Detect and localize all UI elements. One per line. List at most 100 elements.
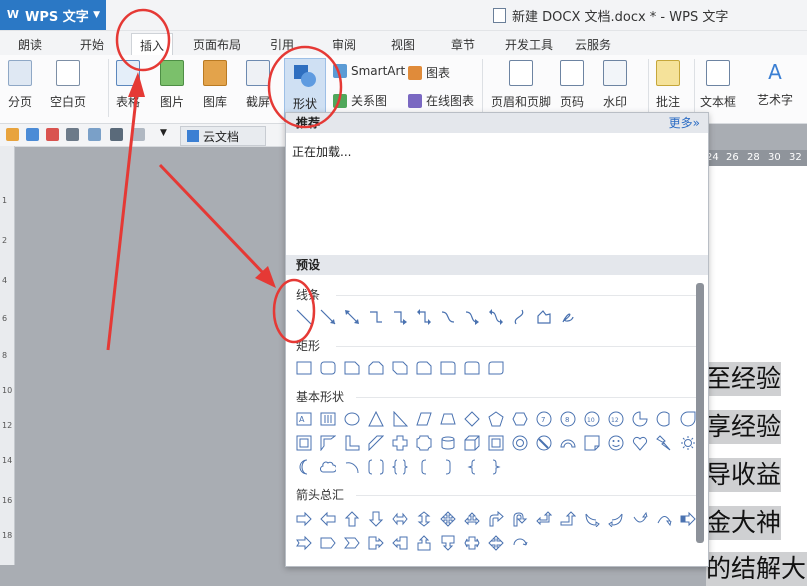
- chevron-down-icon[interactable]: ▼: [160, 128, 173, 141]
- open-icon[interactable]: [6, 128, 19, 141]
- cross-shape[interactable]: [390, 433, 410, 453]
- right-arrow-callout-shape[interactable]: [366, 533, 386, 553]
- left-arrow-shape[interactable]: [318, 509, 338, 529]
- quad-arrow-shape[interactable]: [438, 509, 458, 529]
- decagon-shape[interactable]: 10: [582, 409, 602, 429]
- frame-shape[interactable]: [294, 433, 314, 453]
- elbow-double-arrow-connector-shape[interactable]: [414, 307, 434, 327]
- moon-shape[interactable]: [294, 457, 314, 477]
- panel-scrollbar[interactable]: [696, 283, 704, 543]
- document-text-line[interactable]: 金大神: [706, 506, 782, 540]
- sun-shape[interactable]: [678, 433, 698, 453]
- tab-read[interactable]: 朗读: [18, 36, 42, 53]
- no-symbol-shape[interactable]: [534, 433, 554, 453]
- diagonal-stripe-shape[interactable]: [366, 433, 386, 453]
- round-corner-rectangle-shape[interactable]: [438, 358, 458, 378]
- plaque-shape[interactable]: [414, 433, 434, 453]
- tab-cloud-service[interactable]: 云服务: [575, 36, 611, 53]
- left-brace-shape[interactable]: [462, 457, 482, 477]
- pentagon-arrow-shape[interactable]: [318, 533, 338, 553]
- left-arrow-callout-shape[interactable]: [390, 533, 410, 553]
- text-box-shape[interactable]: A: [294, 409, 314, 429]
- down-arrow-callout-shape[interactable]: [438, 533, 458, 553]
- double-brace-shape[interactable]: [390, 457, 410, 477]
- diamond-shape[interactable]: [462, 409, 482, 429]
- up-down-arrow-shape[interactable]: [414, 509, 434, 529]
- left-right-up-arrow-shape[interactable]: [462, 509, 482, 529]
- pie-shape[interactable]: [630, 409, 650, 429]
- tab-section[interactable]: 章节: [451, 36, 475, 53]
- cloud-shape[interactable]: [318, 457, 338, 477]
- curved-connector-shape[interactable]: [438, 307, 458, 327]
- round-diagonal-rectangle-shape[interactable]: [486, 358, 506, 378]
- picture-button[interactable]: 图片: [160, 60, 184, 110]
- round-same-side-rectangle-shape[interactable]: [462, 358, 482, 378]
- left-right-arrow-shape[interactable]: [390, 509, 410, 529]
- bent-up-arrow-shape[interactable]: [558, 509, 578, 529]
- cube-shape[interactable]: [462, 433, 482, 453]
- print-icon[interactable]: [66, 128, 79, 141]
- more-link[interactable]: 更多»: [669, 113, 700, 133]
- page-number-button[interactable]: 页码: [560, 60, 584, 110]
- arrow-line-shape[interactable]: [318, 307, 338, 327]
- undo-icon[interactable]: [110, 128, 123, 141]
- gallery-button[interactable]: 图库: [203, 60, 227, 110]
- quad-arrow-callout-shape[interactable]: [486, 533, 506, 553]
- block-arc-shape[interactable]: [558, 433, 578, 453]
- teardrop-shape[interactable]: [678, 409, 698, 429]
- hexagon-shape[interactable]: [510, 409, 530, 429]
- down-arrow-shape[interactable]: [366, 509, 386, 529]
- blank-page-button[interactable]: 空白页: [50, 60, 86, 110]
- left-bracket-shape[interactable]: [414, 457, 434, 477]
- parallelogram-shape[interactable]: [414, 409, 434, 429]
- left-right-arrow-callout-shape[interactable]: [462, 533, 482, 553]
- dodecagon-shape[interactable]: 12: [606, 409, 626, 429]
- curve-shape[interactable]: [510, 307, 530, 327]
- circular-arrow-shape[interactable]: [510, 533, 530, 553]
- snip-round-rectangle-shape[interactable]: [414, 358, 434, 378]
- online-chart-button[interactable]: 在线图表: [408, 92, 474, 109]
- curved-double-arrow-connector-shape[interactable]: [486, 307, 506, 327]
- redo-icon[interactable]: [132, 128, 145, 141]
- document-text-line[interactable]: 至经验: [706, 362, 782, 396]
- curved-down-arrow-shape[interactable]: [654, 509, 674, 529]
- rectangle-shape[interactable]: [294, 358, 314, 378]
- wps-app-menu-button[interactable]: W WPS 文字 ▼: [0, 0, 106, 30]
- striped-right-arrow-shape[interactable]: [678, 509, 698, 529]
- tab-home[interactable]: 开始: [80, 36, 104, 53]
- tab-review[interactable]: 审阅: [332, 36, 356, 53]
- bevel-shape[interactable]: [486, 433, 506, 453]
- relation-diagram-button[interactable]: 关系图: [333, 92, 387, 109]
- up-arrow-callout-shape[interactable]: [414, 533, 434, 553]
- l-shape[interactable]: [342, 433, 362, 453]
- right-bracket-shape[interactable]: [438, 457, 458, 477]
- cloud-doc-tab[interactable]: 云文档: [180, 126, 266, 146]
- u-turn-arrow-shape[interactable]: [510, 509, 530, 529]
- document-text-line[interactable]: 享经验: [706, 410, 782, 444]
- elbow-arrow-connector-shape[interactable]: [390, 307, 410, 327]
- snip-diagonal-rectangle-shape[interactable]: [390, 358, 410, 378]
- header-footer-button[interactable]: 页眉和页脚: [491, 60, 551, 110]
- double-arrow-line-shape[interactable]: [342, 307, 362, 327]
- left-up-arrow-shape[interactable]: [534, 509, 554, 529]
- freeform-shape[interactable]: [534, 307, 554, 327]
- wordart-button[interactable]: A 艺术字: [757, 60, 793, 108]
- table-button[interactable]: 表格: [116, 60, 140, 110]
- chevron-shape[interactable]: [342, 533, 362, 553]
- octagon-shape[interactable]: 8: [558, 409, 578, 429]
- can-shape[interactable]: [438, 433, 458, 453]
- document-text-line[interactable]: 导收益: [706, 458, 782, 492]
- vertical-text-box-shape[interactable]: [318, 409, 338, 429]
- oval-shape[interactable]: [342, 409, 362, 429]
- right-brace-shape[interactable]: [486, 457, 506, 477]
- curved-left-arrow-shape[interactable]: [606, 509, 626, 529]
- textbox-button[interactable]: 文本框: [700, 60, 736, 110]
- arc-shape[interactable]: [342, 457, 362, 477]
- print-preview-icon[interactable]: [88, 128, 101, 141]
- snip-same-side-rectangle-shape[interactable]: [366, 358, 386, 378]
- heart-shape[interactable]: [630, 433, 650, 453]
- elbow-connector-shape[interactable]: [366, 307, 386, 327]
- curved-arrow-connector-shape[interactable]: [462, 307, 482, 327]
- tab-view[interactable]: 视图: [391, 36, 415, 53]
- scribble-shape[interactable]: [558, 307, 578, 327]
